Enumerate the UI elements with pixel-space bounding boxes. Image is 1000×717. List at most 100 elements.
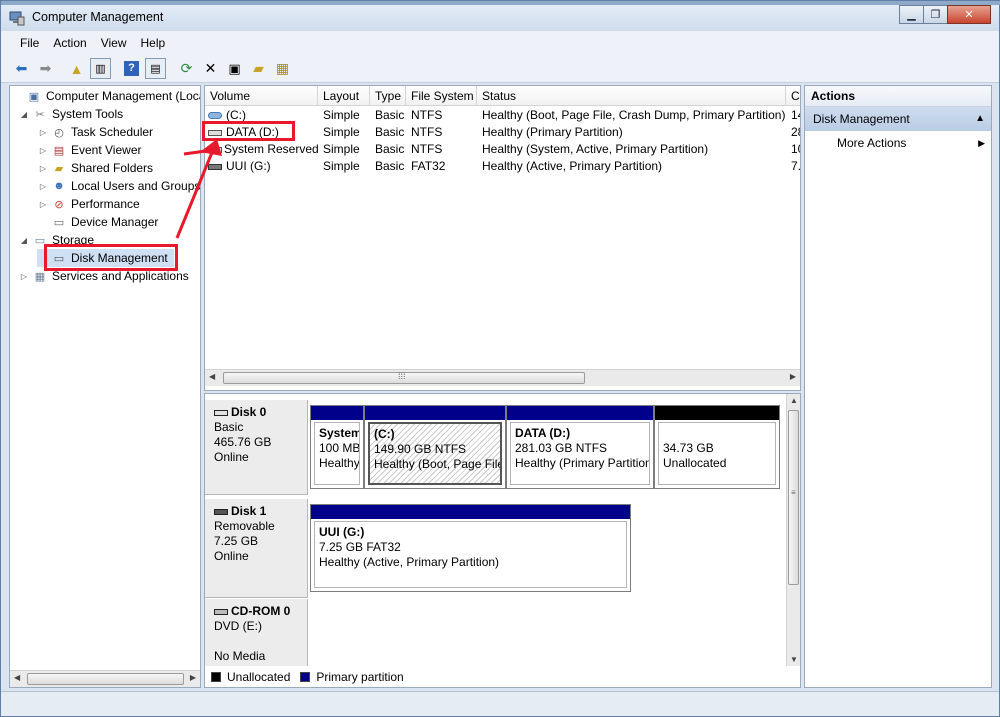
menu-action[interactable]: Action — [46, 36, 93, 50]
partition-size: 100 MB — [319, 441, 360, 455]
tree-item-label: Device Manager — [71, 215, 159, 229]
help-icon: ? — [124, 61, 139, 76]
open-button[interactable]: ▰ — [248, 58, 269, 79]
partition-details: (C:) 149.90 GB NTFS Healthy (Boot, Page … — [368, 422, 502, 485]
more-actions-item[interactable]: More Actions ▶ — [805, 131, 991, 155]
disk-kind: Basic — [214, 420, 244, 434]
collapse-icon[interactable]: ▲ — [975, 107, 985, 131]
tree-expander[interactable]: ▷ — [37, 146, 49, 155]
tree-expander[interactable]: ▷ — [18, 272, 30, 281]
volume-capacity: 10 — [791, 142, 800, 156]
back-button[interactable]: ⬅ — [11, 58, 32, 79]
disk-state: Online — [214, 450, 249, 464]
partition-block[interactable]: (C:) 149.90 GB NTFS Healthy (Boot, Page … — [364, 405, 506, 489]
tree-item-computer-management[interactable]: ▣ Computer Management (Local — [12, 87, 200, 105]
partition-block[interactable]: 34.73 GB Unallocated — [654, 405, 780, 489]
scroll-down-icon[interactable]: ▼ — [790, 655, 798, 664]
partition-title: DATA (D:) — [515, 426, 571, 440]
tree-expander[interactable]: ▷ — [37, 164, 49, 173]
tree-expander[interactable]: ◢ — [18, 110, 30, 119]
partition-block[interactable]: System 100 MB Healthy — [310, 405, 364, 489]
tree-item-disk-management[interactable]: ▭ Disk Management — [37, 249, 174, 267]
volume-icon — [208, 147, 222, 153]
tree-item-local-users-and-groups[interactable]: ▷ ☻ Local Users and Groups — [37, 177, 200, 195]
partition-bar — [507, 406, 653, 420]
column-header-type[interactable]: Type — [370, 86, 406, 106]
tree-item-event-viewer[interactable]: ▷ ▤ Event Viewer — [37, 141, 142, 159]
tree-horizontal-scrollbar[interactable]: ◀ ▶ — [10, 670, 200, 687]
restore-icon: ❐ — [930, 9, 941, 21]
shared-folders-icon: ▰ — [54, 162, 64, 175]
disk-info[interactable]: Disk 1 Removable 7.25 GB Online — [205, 499, 308, 598]
disk-info[interactable]: CD-ROM 0 DVD (E:) No Media — [205, 599, 308, 667]
column-header-capacity[interactable]: C — [786, 86, 800, 106]
properties-button[interactable]: ▣ — [224, 58, 245, 79]
rescan-disks-button[interactable]: ▦ — [272, 58, 293, 79]
disk-info[interactable]: Disk 0 Basic 465.76 GB Online — [205, 400, 308, 495]
up-folder-button[interactable]: ▲ — [66, 58, 87, 79]
partition-bar — [365, 406, 505, 420]
legend-swatch-unallocated — [211, 671, 221, 682]
open-icon: ▰ — [253, 60, 264, 76]
column-header-volume[interactable]: Volume — [205, 86, 318, 106]
show-hide-action-pane-button[interactable]: ▤ — [145, 58, 166, 79]
minimize-button[interactable]: ▁ — [899, 5, 924, 24]
disk-name: CD-ROM 0 — [231, 604, 291, 618]
table-row[interactable]: DATA (D:) Simple Basic NTFS Healthy (Pri… — [205, 124, 800, 141]
forward-button[interactable]: ➡ — [35, 58, 56, 79]
tree-item-performance[interactable]: ▷ ⊘ Performance — [37, 195, 140, 213]
tree-item-task-scheduler[interactable]: ▷ ◴ Task Scheduler — [37, 123, 153, 141]
volume-list-horizontal-scrollbar[interactable]: ◀ ⁞⁞⁞ ▶ — [205, 369, 800, 386]
table-row[interactable]: UUI (G:) Simple Basic FAT32 Healthy (Act… — [205, 158, 800, 175]
scroll-thumb[interactable] — [27, 673, 184, 685]
tree-item-services-and-applications[interactable]: ▷ ▦ Services and Applications — [18, 267, 189, 285]
menu-help[interactable]: Help — [134, 36, 173, 50]
show-hide-tree-button[interactable]: ▥ — [90, 58, 111, 79]
partition-details: 34.73 GB Unallocated — [658, 422, 776, 485]
column-header-layout[interactable]: Layout — [318, 86, 370, 106]
scroll-right-icon[interactable]: ▶ — [190, 673, 196, 682]
tree-item-system-tools[interactable]: ◢ ✂ System Tools — [18, 105, 123, 123]
scroll-right-icon[interactable]: ▶ — [790, 372, 796, 381]
tree-item-device-manager[interactable]: ▭ Device Manager — [37, 213, 159, 231]
partition-block[interactable]: DATA (D:) 281.03 GB NTFS Healthy (Primar… — [506, 405, 654, 489]
legend-swatch-primary — [300, 671, 311, 682]
tree-expander[interactable]: ▷ — [37, 128, 49, 137]
rescan-disks-icon: ▦ — [275, 60, 290, 76]
tree-item-shared-folders[interactable]: ▷ ▰ Shared Folders — [37, 159, 153, 177]
help-button[interactable]: ? — [121, 58, 142, 79]
tree-item-label: Performance — [71, 197, 140, 211]
scroll-thumb[interactable]: ⁞⁞⁞ — [223, 371, 585, 384]
maximize-button[interactable]: ❐ — [923, 5, 948, 24]
refresh-button[interactable]: ⟳ — [176, 58, 197, 79]
legend-label: Primary partition — [316, 669, 404, 684]
tree-expander[interactable]: ◢ — [18, 236, 30, 245]
column-header-status[interactable]: Status — [477, 86, 786, 106]
menu-view[interactable]: View — [94, 36, 134, 50]
cd-rom-icon — [214, 608, 228, 615]
actions-section-disk-management[interactable]: Disk Management ▲ — [805, 107, 991, 131]
scroll-up-icon[interactable]: ▲ — [790, 396, 798, 405]
tree-expander[interactable]: ▷ — [37, 182, 49, 191]
menu-file[interactable]: File — [13, 36, 46, 50]
disk-management-icon: ▭ — [53, 252, 65, 265]
tree-item-storage[interactable]: ◢ ▭ Storage — [18, 231, 94, 249]
disk-view-vertical-scrollbar[interactable]: ▲ ≡ ▼ — [786, 394, 800, 666]
volume-list-header: Volume Layout Type File System Status C — [205, 86, 800, 106]
volume-type: Basic — [375, 108, 405, 122]
partition-size: 7.25 GB FAT32 — [319, 540, 401, 554]
close-button[interactable]: ✕ — [947, 5, 991, 24]
partition-block[interactable]: UUI (G:) 7.25 GB FAT32 Healthy (Active, … — [310, 504, 631, 592]
scroll-thumb[interactable]: ≡ — [788, 410, 799, 585]
volume-type: Basic — [375, 125, 405, 139]
scroll-left-icon[interactable]: ◀ — [209, 372, 215, 381]
table-row[interactable]: (C:) Simple Basic NTFS Healthy (Boot, Pa… — [205, 107, 800, 124]
column-header-file-system[interactable]: File System — [406, 86, 477, 106]
scroll-left-icon[interactable]: ◀ — [14, 673, 20, 682]
table-row[interactable]: System Reserved Simple Basic NTFS Health… — [205, 141, 800, 158]
tree-expander[interactable]: ▷ — [37, 200, 49, 209]
title-bar[interactable]: Computer Management ▁ ❐ ✕ — [1, 5, 999, 31]
delete-button[interactable]: ✕ — [200, 58, 221, 79]
show-hide-tree-icon: ▥ — [95, 63, 106, 75]
volume-layout: Simple — [323, 125, 360, 139]
